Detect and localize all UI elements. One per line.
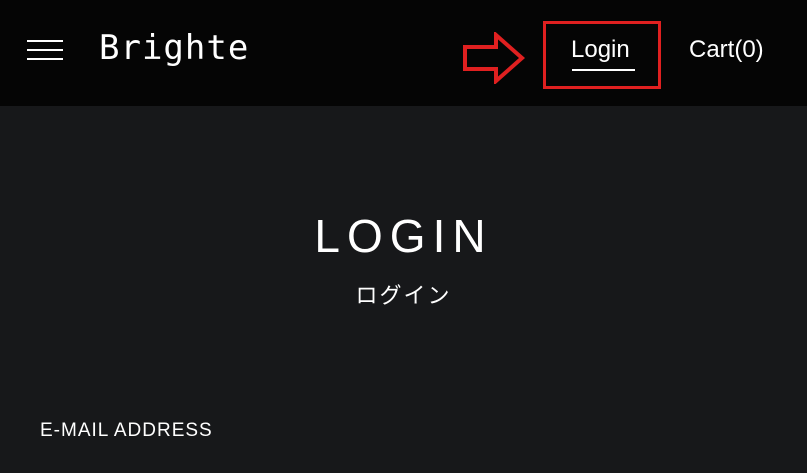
menu-line [27,49,63,51]
hamburger-menu-icon[interactable] [27,40,63,60]
page-subtitle: ログイン [355,284,452,309]
site-logo[interactable]: Brighte [99,28,249,68]
cart-link[interactable]: Cart(0) [689,34,764,66]
site-header: Brighte Login Cart(0) [0,0,807,106]
page-title: LOGIN [314,210,493,262]
menu-line [27,40,63,42]
right-arrow-icon [463,32,526,84]
login-underline [572,69,635,71]
login-link[interactable]: Login [571,34,630,66]
email-field-label: E-MAIL ADDRESS [40,420,213,441]
menu-line [27,58,63,60]
login-page: Brighte Login Cart(0) LOGIN ログイン E-MAIL … [0,0,807,473]
